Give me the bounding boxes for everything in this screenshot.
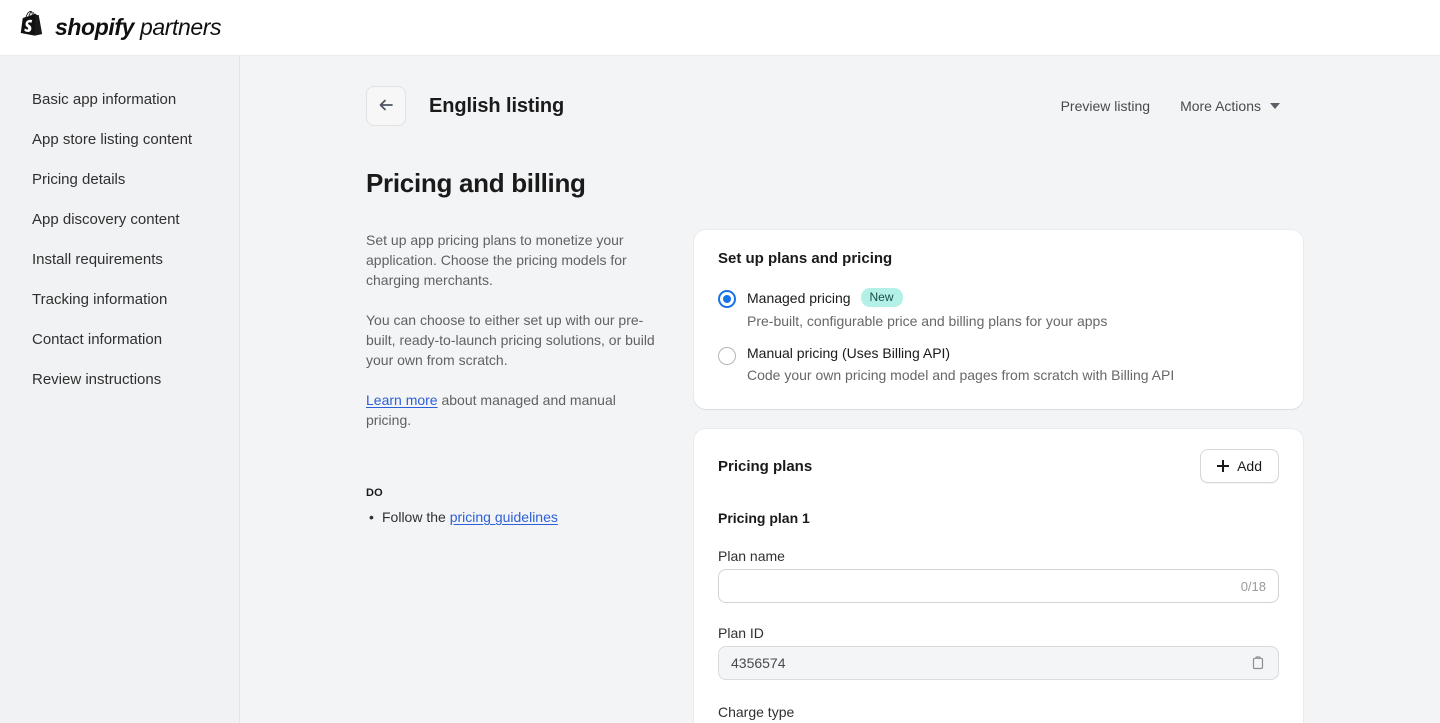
managed-pricing-description: Pre-built, configurable price and billin… (747, 313, 1108, 329)
pricing-plans-header: Pricing plans Add (718, 449, 1279, 483)
page-title: English listing (429, 94, 565, 117)
setup-card-title: Set up plans and pricing (718, 250, 893, 267)
charge-type-label: Charge type (718, 704, 795, 720)
managed-pricing-radio[interactable] (718, 290, 736, 308)
plan-subtitle: Pricing plan 1 (718, 510, 810, 526)
caret-down-icon (1270, 103, 1280, 109)
shopify-partners-logo[interactable]: shopify partners (20, 10, 222, 45)
sidebar-item-app-discovery-content[interactable]: App discovery content (0, 200, 239, 240)
add-plan-button[interactable]: Add (1200, 449, 1279, 483)
arrow-left-icon (377, 96, 395, 117)
plan-name-field: Plan name 0/18 (718, 548, 1279, 603)
plan-name-counter: 0/18 (1240, 578, 1266, 594)
sidebar-nav: Basic app information App store listing … (0, 56, 240, 723)
left-description-column: Set up app pricing plans to monetize you… (366, 230, 662, 723)
section-heading: Pricing and billing (366, 168, 586, 198)
do-list-item: Follow the pricing guidelines (369, 507, 662, 527)
page-header: English listing Preview listing More Act… (366, 86, 1282, 126)
manual-pricing-radio[interactable] (718, 347, 736, 365)
app-shell: Basic app information App store listing … (0, 56, 1440, 723)
brand-wordmark: shopify partners (55, 14, 222, 41)
radio-option-manual-pricing[interactable]: Manual pricing (Uses Billing API) Code y… (718, 345, 1279, 385)
plan-id-input[interactable] (731, 647, 1250, 679)
add-plan-label: Add (1237, 458, 1262, 474)
plan-name-input-wrap[interactable]: 0/18 (718, 569, 1279, 603)
do-list: Follow the pricing guidelines (366, 507, 662, 527)
clipboard-icon[interactable] (1250, 655, 1266, 671)
plan-name-label: Plan name (718, 548, 785, 564)
pricing-guidelines-link[interactable]: pricing guidelines (450, 509, 558, 525)
right-cards-column: Set up plans and pricing Managed pricing… (694, 230, 1303, 723)
more-actions-label: More Actions (1180, 98, 1261, 114)
brand-name-bold: shopify (55, 14, 134, 40)
content-columns: Set up app pricing plans to monetize you… (366, 230, 1303, 723)
top-bar: shopify partners (0, 0, 1440, 56)
pricing-mode-radio-group: Managed pricing New Pre-built, configura… (718, 288, 1279, 385)
sidebar-item-tracking-information[interactable]: Tracking information (0, 280, 239, 320)
sidebar-item-install-requirements[interactable]: Install requirements (0, 240, 239, 280)
back-button[interactable] (366, 86, 406, 126)
intro-paragraph: Set up app pricing plans to monetize you… (366, 232, 627, 288)
preview-listing-button[interactable]: Preview listing (1059, 94, 1152, 118)
plan-id-input-wrap[interactable] (718, 646, 1279, 680)
sidebar-item-app-store-listing-content[interactable]: App store listing content (0, 120, 239, 160)
pricing-plans-card: Pricing plans Add Pricing plan 1 Plan na… (694, 429, 1303, 723)
radio-option-managed-pricing[interactable]: Managed pricing New Pre-built, configura… (718, 288, 1279, 331)
managed-pricing-label[interactable]: Managed pricing (747, 290, 851, 306)
sidebar-item-review-instructions[interactable]: Review instructions (0, 360, 239, 400)
shopify-bag-icon (20, 10, 46, 45)
main-content: English listing Preview listing More Act… (240, 56, 1440, 723)
choice-paragraph: You can choose to either set up with our… (366, 312, 655, 368)
brand-name-light: partners (139, 14, 222, 40)
sidebar-item-basic-app-information[interactable]: Basic app information (0, 80, 239, 120)
plan-name-input[interactable] (731, 570, 1233, 602)
setup-plans-card: Set up plans and pricing Managed pricing… (694, 230, 1303, 409)
more-actions-button[interactable]: More Actions (1178, 94, 1282, 118)
sidebar-item-pricing-details[interactable]: Pricing details (0, 160, 239, 200)
new-badge: New (860, 288, 903, 307)
plus-icon (1217, 460, 1230, 472)
manual-pricing-description: Code your own pricing model and pages fr… (747, 367, 1175, 383)
plan-id-field: Plan ID (718, 625, 1279, 680)
manual-pricing-label[interactable]: Manual pricing (Uses Billing API) (747, 345, 950, 361)
plan-id-label: Plan ID (718, 625, 764, 641)
header-actions: Preview listing More Actions (1059, 94, 1282, 118)
learn-more-link[interactable]: Learn more (366, 392, 438, 408)
sidebar-item-contact-information[interactable]: Contact information (0, 320, 239, 360)
pricing-plans-title: Pricing plans (718, 457, 813, 475)
do-item-prefix: Follow the (382, 509, 450, 525)
learn-more-paragraph: Learn more about managed and manual pric… (366, 390, 662, 430)
do-label: DO (366, 487, 383, 499)
